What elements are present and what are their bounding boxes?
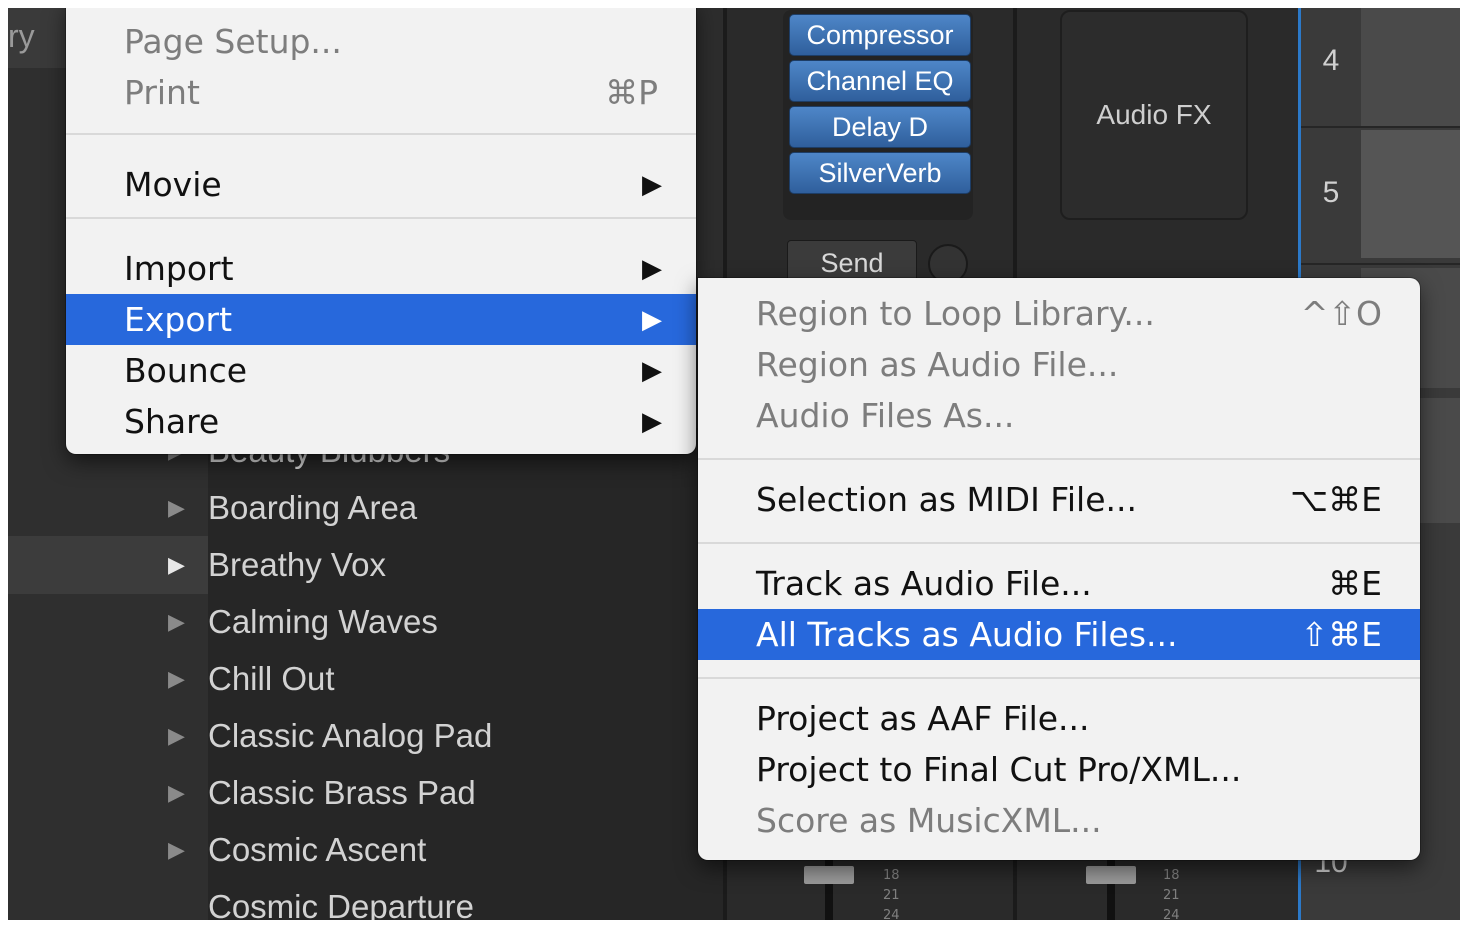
menu-item-project-as-aaf-file[interactable]: Project as AAF File...	[698, 693, 1420, 744]
fader-scale: 18 21 24	[883, 866, 900, 920]
track-divider	[1301, 263, 1460, 265]
submenu-arrow-icon: ▶	[642, 355, 662, 386]
library-item[interactable]: ▶ Calming Waves	[168, 594, 438, 650]
menu-item-region-as-audio-file[interactable]: Region as Audio File...	[698, 339, 1420, 390]
library-item-label: Calming Waves	[208, 603, 438, 640]
menu-item-import[interactable]: Import ▶	[66, 243, 696, 294]
submenu-arrow-icon: ▶	[642, 169, 662, 200]
disclosure-triangle-icon[interactable]: ▶	[168, 781, 208, 806]
disclosure-triangle-icon[interactable]: ▶	[168, 838, 208, 863]
menu-separator	[698, 458, 1420, 460]
library-item[interactable]: ▶ Classic Analog Pad	[168, 708, 492, 764]
fader-scale-tick: 21	[1163, 888, 1180, 903]
menu-item-selection-as-midi-file[interactable]: Selection as MIDI File... ⌥⌘E	[698, 474, 1420, 525]
library-item-label: Boarding Area	[208, 489, 418, 526]
track-number[interactable]: 4	[1301, 36, 1361, 86]
disclosure-triangle-icon[interactable]: ▶	[168, 724, 208, 749]
menu-item-share[interactable]: Share ▶	[66, 396, 696, 447]
menu-item-project-to-final-cut-pro-xml[interactable]: Project to Final Cut Pro/XML...	[698, 744, 1420, 795]
track-icon	[1361, 130, 1460, 258]
fader-scale-tick: 24	[883, 908, 900, 920]
menu-item-label: Movie	[124, 165, 222, 204]
menu-item-shortcut: ⌘E	[1328, 564, 1382, 603]
fader-scale: 18 21 24	[1163, 866, 1180, 920]
menu-item-print[interactable]: Print ⌘P	[66, 67, 696, 118]
menu-item-label: Region to Loop Library...	[756, 294, 1155, 333]
library-item[interactable]: Cosmic Departure	[168, 879, 474, 920]
menu-item-label: Track as Audio File...	[756, 564, 1092, 603]
volume-fader-handle[interactable]	[1086, 866, 1136, 884]
menu-item-movie[interactable]: Movie ▶	[66, 159, 696, 210]
submenu-arrow-icon: ▶	[642, 253, 662, 284]
menu-item-track-as-audio-file[interactable]: Track as Audio File... ⌘E	[698, 558, 1420, 609]
menu-item-audio-files-as[interactable]: Audio Files As...	[698, 390, 1420, 441]
library-item[interactable]: ▶ Cosmic Ascent	[168, 822, 426, 878]
plugin-slot-channel-eq[interactable]: Channel EQ	[789, 60, 971, 102]
submenu-arrow-icon: ▶	[642, 304, 662, 335]
track-number[interactable]: 5	[1301, 168, 1361, 218]
audio-fx-slot[interactable]: Audio FX	[1060, 10, 1248, 220]
file-menu: Page Setup... Print ⌘P Movie ▶ Import ▶ …	[66, 8, 696, 454]
menu-item-label: Region as Audio File...	[756, 345, 1119, 384]
menu-item-shortcut: ⌥⌘E	[1290, 480, 1382, 519]
library-item-selected[interactable]: ▶ Breathy Vox	[168, 537, 386, 593]
fader-scale-tick: 18	[883, 868, 900, 883]
library-item[interactable]: ▶ Classic Brass Pad	[168, 765, 476, 821]
library-item-label: Classic Brass Pad	[208, 774, 476, 811]
plugin-slot-silververb[interactable]: SilverVerb	[789, 152, 971, 194]
fader-scale-tick: 18	[1163, 868, 1180, 883]
library-item[interactable]: ▶ Boarding Area	[168, 480, 417, 536]
menu-item-label: Page Setup...	[124, 22, 342, 61]
menu-item-label: Audio Files As...	[756, 396, 1015, 435]
menu-separator	[698, 542, 1420, 544]
menu-item-label: Score as MusicXML...	[756, 801, 1102, 840]
menu-item-score-as-musicxml[interactable]: Score as MusicXML...	[698, 795, 1420, 846]
library-title-fragment: ry	[8, 18, 35, 54]
menu-item-shortcut: ^⇧O	[1300, 294, 1382, 333]
menu-item-shortcut: ⌘P	[605, 73, 658, 112]
disclosure-triangle-icon[interactable]: ▶	[168, 496, 208, 521]
menu-item-label: Export	[124, 300, 233, 339]
track-divider	[1301, 126, 1460, 128]
disclosure-triangle-icon[interactable]: ▶	[168, 553, 208, 578]
library-item-label: Cosmic Departure	[208, 888, 474, 920]
menu-item-label: Import	[124, 249, 234, 288]
menu-item-all-tracks-as-audio-files[interactable]: All Tracks as Audio Files... ⇧⌘E	[698, 609, 1420, 660]
fader-scale-tick: 21	[883, 888, 900, 903]
menu-separator	[66, 133, 696, 135]
menu-item-label: Project to Final Cut Pro/XML...	[756, 750, 1242, 789]
library-item-label: Cosmic Ascent	[208, 831, 427, 868]
menu-item-shortcut: ⇧⌘E	[1300, 615, 1382, 654]
menu-item-export[interactable]: Export ▶	[66, 294, 696, 345]
submenu-arrow-icon: ▶	[642, 406, 662, 437]
menu-item-label: Project as AAF File...	[756, 699, 1090, 738]
menu-item-label: Print	[124, 73, 200, 112]
disclosure-triangle-icon[interactable]: ▶	[168, 610, 208, 635]
library-item-label: Classic Analog Pad	[208, 717, 493, 754]
volume-fader-handle[interactable]	[804, 866, 854, 884]
plugin-slot-compressor[interactable]: Compressor	[789, 14, 971, 56]
fader-scale-tick: 24	[1163, 908, 1180, 920]
logic-pro-window: ry ▶ Beauty Blubbers ▶ Boarding Area ▶ B…	[8, 8, 1460, 920]
library-item-label: Breathy Vox	[208, 546, 386, 583]
library-item[interactable]: ▶ Chill Out	[168, 651, 335, 707]
menu-separator	[698, 677, 1420, 679]
track-icon	[1361, 8, 1460, 126]
menu-item-page-setup[interactable]: Page Setup...	[66, 16, 696, 67]
menu-item-region-to-loop-library[interactable]: Region to Loop Library... ^⇧O	[698, 288, 1420, 339]
menu-separator	[66, 217, 696, 219]
menu-item-bounce[interactable]: Bounce ▶	[66, 345, 696, 396]
menu-item-label: All Tracks as Audio Files...	[756, 615, 1178, 654]
menu-item-label: Share	[124, 402, 220, 441]
plugin-slot-delay-d[interactable]: Delay D	[789, 106, 971, 148]
menu-item-label: Selection as MIDI File...	[756, 480, 1137, 519]
library-item-label: Chill Out	[208, 660, 335, 697]
menu-item-label: Bounce	[124, 351, 248, 390]
export-submenu: Region to Loop Library... ^⇧O Region as …	[698, 278, 1420, 860]
disclosure-triangle-icon[interactable]: ▶	[168, 667, 208, 692]
